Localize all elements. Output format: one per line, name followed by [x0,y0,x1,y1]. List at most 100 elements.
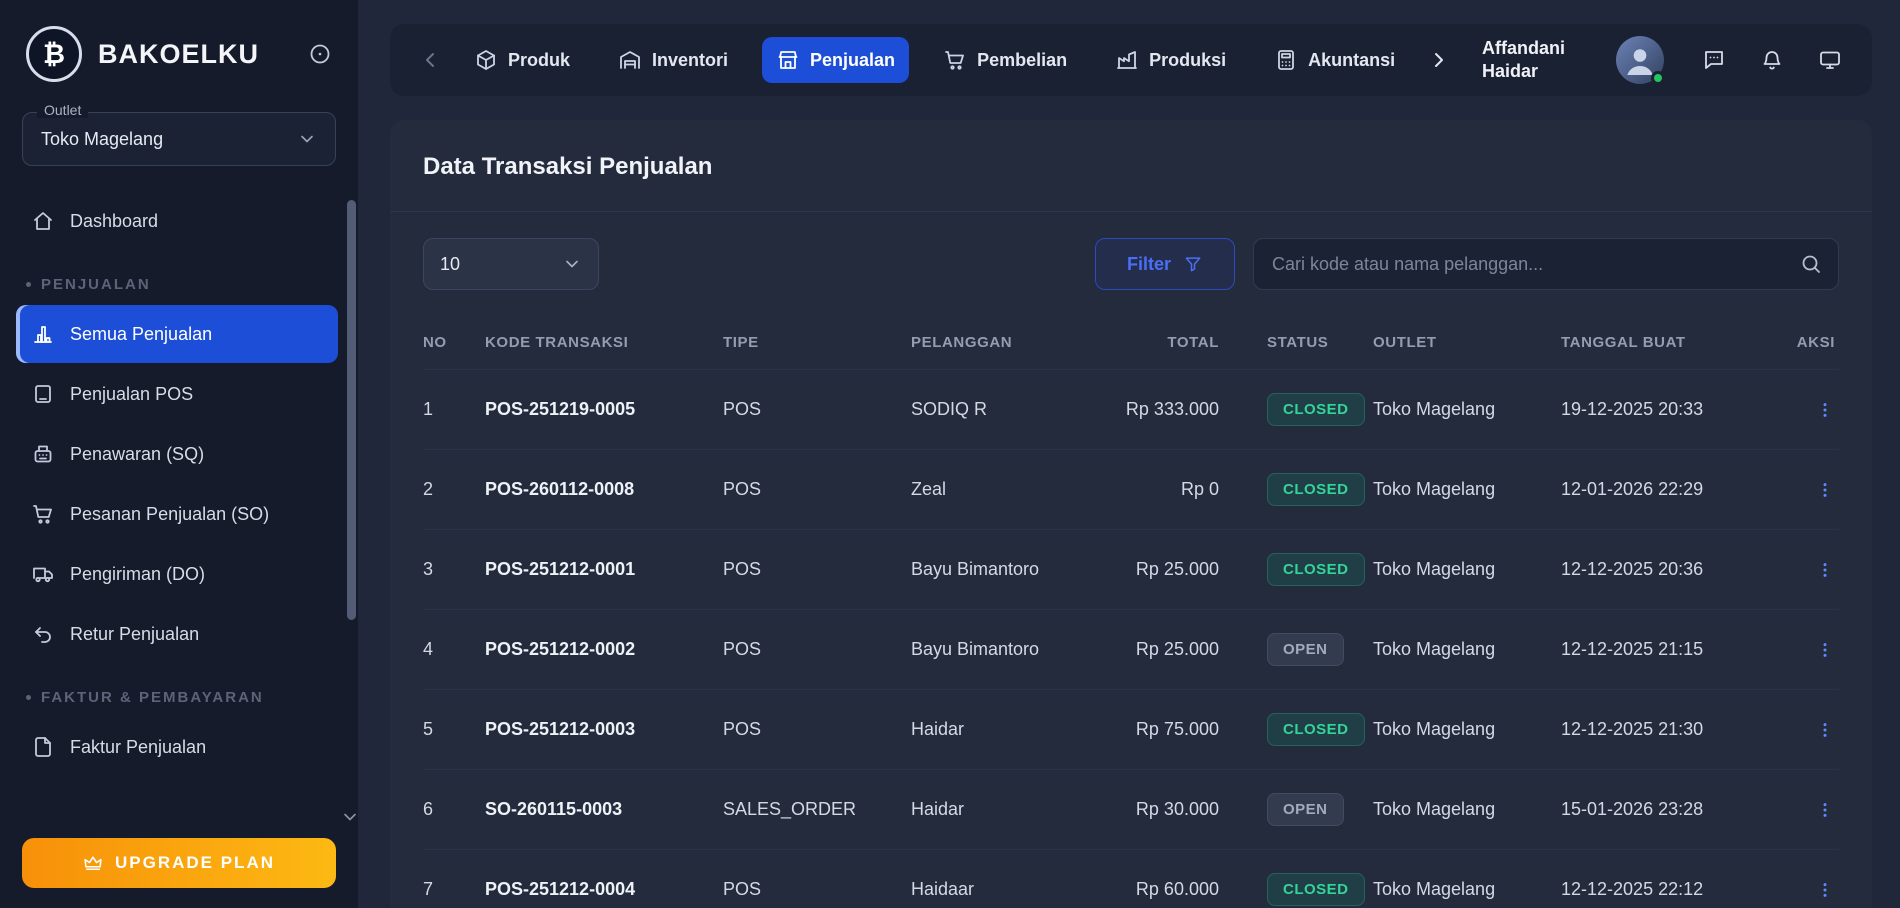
row-actions-button[interactable] [1815,720,1835,740]
upgrade-plan-label: UPGRADE PLAN [115,853,275,873]
chat-icon[interactable] [1696,42,1732,78]
table-row: 4 POS-251212-0002 POS Bayu Bimantoro Rp … [423,610,1839,690]
cell-kode-transaksi: SO-260115-0003 [485,770,723,850]
outlet-select[interactable]: Outlet Toko Magelang [22,112,336,166]
scrollbar-down-icon[interactable] [340,807,360,827]
sidebar-scrollbar[interactable] [347,200,356,813]
cell-tanggal-buat: 15-01-2026 23:28 [1561,770,1787,850]
col-header-aksi: AKSI [1787,316,1839,370]
sidebar-toggle-icon[interactable] [308,42,332,66]
topnav-inventori[interactable]: Inventori [604,37,742,83]
row-actions-button[interactable] [1815,880,1835,900]
sidebar-item-semua-penjualan[interactable]: Semua Penjualan [16,305,338,363]
cell-aksi [1787,530,1839,610]
cube-icon [474,48,498,72]
sidebar-item-label: Penjualan POS [70,384,193,405]
avatar[interactable] [1616,36,1664,84]
warehouse-icon [618,48,642,72]
topnav-penjualan[interactable]: Penjualan [762,37,909,83]
cell-tanggal-buat: 12-12-2025 21:15 [1561,610,1787,690]
display-icon[interactable] [1812,42,1848,78]
cell-outlet: Toko Magelang [1373,690,1561,770]
cell-no: 6 [423,770,485,850]
sidebar-item-pesanan-penjualan-so[interactable]: Pesanan Penjualan (SO) [16,485,338,543]
sidebar-item-retur-penjualan[interactable]: Retur Penjualan [16,605,338,663]
cell-no: 3 [423,530,485,610]
search-input[interactable] [1253,238,1839,290]
cell-tipe: POS [723,530,911,610]
shopping-cart-icon [31,502,55,526]
filter-button[interactable]: Filter [1095,238,1235,290]
sidebar-item-label: Semua Penjualan [70,324,212,345]
cell-status: CLOSED [1233,850,1373,908]
topnav-label: Penjualan [810,50,895,71]
table-row: 6 SO-260115-0003 SALES_ORDER Haidar Rp 3… [423,770,1839,850]
topnav-produk[interactable]: Produk [460,37,584,83]
filter-button-label: Filter [1127,254,1171,275]
cell-tipe: POS [723,690,911,770]
sidebar-item-label: Dashboard [70,211,158,232]
page-size-value: 10 [440,254,460,275]
search-wrap [1253,238,1839,290]
cell-pelanggan: Haidaar [911,850,1107,908]
topnav-label: Akuntansi [1308,50,1395,71]
cell-kode-transaksi: POS-251212-0003 [485,690,723,770]
nav-scroll-left-icon[interactable] [414,44,446,76]
sidebar-item-faktur-penjualan[interactable]: Faktur Penjualan [16,718,338,776]
sidebar-nav: Dashboard PENJUALAN Semua Penjualan Penj… [0,170,358,824]
col-header-status: STATUS [1233,316,1373,370]
status-badge: CLOSED [1267,393,1365,426]
main-column: Produk Inventori Penjualan Pembelian Pro… [358,0,1900,908]
sidebar-item-penawaran-sq[interactable]: Penawaran (SQ) [16,425,338,483]
cell-total: Rp 25.000 [1107,530,1233,610]
cell-no: 7 [423,850,485,908]
row-actions-button[interactable] [1815,640,1835,660]
sidebar-item-pengiriman-do[interactable]: Pengiriman (DO) [16,545,338,603]
topnav-label: Produk [508,50,570,71]
cell-status: CLOSED [1233,370,1373,450]
topnav-pembelian[interactable]: Pembelian [929,37,1081,83]
topnav-akuntansi[interactable]: Akuntansi [1260,37,1409,83]
row-actions-button[interactable] [1815,400,1835,420]
cell-status: CLOSED [1233,690,1373,770]
row-actions-button[interactable] [1815,480,1835,500]
cell-tipe: POS [723,450,911,530]
cell-tipe: POS [723,610,911,690]
cell-kode-transaksi: POS-251212-0001 [485,530,723,610]
sidebar-item-label: Pesanan Penjualan (SO) [70,504,269,525]
status-badge: CLOSED [1267,873,1365,906]
cell-status: CLOSED [1233,450,1373,530]
row-actions-button[interactable] [1815,800,1835,820]
brand-logo-icon: ₿ [26,26,82,82]
cell-no: 4 [423,610,485,690]
online-status-dot [1651,71,1665,85]
col-header-outlet: OUTLET [1373,316,1561,370]
status-badge: OPEN [1267,633,1344,666]
cell-total: Rp 25.000 [1107,610,1233,690]
page-size-select[interactable]: 10 [423,238,599,290]
table-row: 1 POS-251219-0005 POS SODIQ R Rp 333.000… [423,370,1839,450]
cell-aksi [1787,450,1839,530]
upgrade-plan-button[interactable]: UPGRADE PLAN [22,838,336,888]
status-badge: OPEN [1267,793,1344,826]
cell-total: Rp 75.000 [1107,690,1233,770]
bell-icon[interactable] [1754,42,1790,78]
col-header-tipe: TIPE [723,316,911,370]
cell-tanggal-buat: 19-12-2025 20:33 [1561,370,1787,450]
truck-icon [31,562,55,586]
scrollbar-thumb[interactable] [347,200,356,620]
sidebar-item-penjualan-pos[interactable]: Penjualan POS [16,365,338,423]
cell-outlet: Toko Magelang [1373,530,1561,610]
sidebar-item-label: Pengiriman (DO) [70,564,205,585]
cell-status: OPEN [1233,770,1373,850]
cell-outlet: Toko Magelang [1373,850,1561,908]
table-header-row: NO KODE TRANSAKSI TIPE PELANGGAN TOTAL S… [423,316,1839,370]
cell-outlet: Toko Magelang [1373,770,1561,850]
topnav-produksi[interactable]: Produksi [1101,37,1240,83]
row-actions-button[interactable] [1815,560,1835,580]
table-row: 3 POS-251212-0001 POS Bayu Bimantoro Rp … [423,530,1839,610]
nav-scroll-right-icon[interactable] [1423,44,1455,76]
cell-no: 1 [423,370,485,450]
brand-name: BAKOELKU [98,39,259,70]
sidebar-item-dashboard[interactable]: Dashboard [16,192,338,250]
